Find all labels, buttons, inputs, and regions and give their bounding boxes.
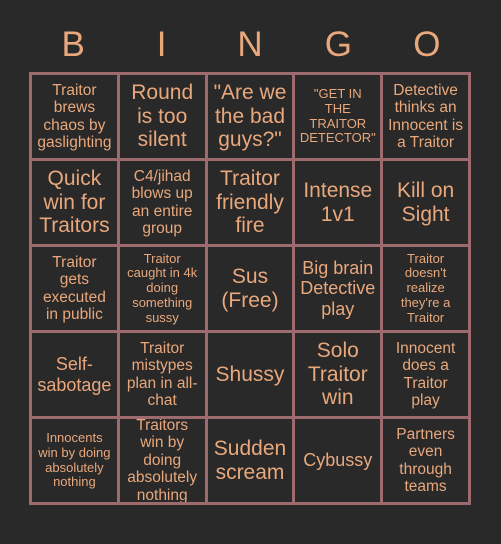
bingo-cell[interactable]: Traitor caught in 4k doing something sus… <box>119 247 208 333</box>
bingo-cell-label: Partners even through teams <box>396 425 455 496</box>
bingo-cell[interactable]: "GET IN THE TRAITOR DETECTOR" <box>295 75 384 161</box>
bingo-cell-label: Innocent does a Traitor play <box>395 339 456 410</box>
bingo-header-letter-g: G <box>324 24 353 64</box>
bingo-cell-label: C4/jihad blows up an entire group <box>131 167 193 238</box>
bingo-cell[interactable]: Innocent does a Traitor play <box>383 333 471 419</box>
bingo-cell-label: Sus (Free) <box>221 264 279 312</box>
bingo-row: Traitor brews chaos by gaslighting Round… <box>32 75 471 161</box>
bingo-cell-label: Quick win for Traitors <box>39 166 110 238</box>
bingo-cell[interactable]: Quick win for Traitors <box>32 161 120 247</box>
bingo-cell[interactable]: Solo Traitor win <box>295 333 384 419</box>
bingo-row: Quick win for Traitors C4/jihad blows up… <box>32 161 471 247</box>
bingo-row: Self-sabotage Traitor mistypes plan in a… <box>32 333 471 419</box>
bingo-cell[interactable]: C4/jihad blows up an entire group <box>119 161 208 247</box>
bingo-cell-label: Round is too silent <box>131 80 194 152</box>
bingo-cell[interactable]: Traitor mistypes plan in all-chat <box>119 333 208 419</box>
bingo-cell-label: Traitor doesn't realize they're a Traito… <box>400 250 451 325</box>
bingo-cell-label: Traitor mistypes plan in all-chat <box>126 339 198 410</box>
bingo-cell-label: "GET IN THE TRAITOR DETECTOR" <box>299 86 376 146</box>
bingo-row: Innocents win by doing absolutely nothin… <box>32 419 471 505</box>
bingo-cell-label: Cybussy <box>303 450 373 471</box>
bingo-cell[interactable]: Traitor gets executed in public <box>32 247 120 333</box>
bingo-header-letter-b: B <box>61 24 85 64</box>
bingo-cell-label: "Are we the bad guys?" <box>213 80 287 152</box>
bingo-cell[interactable]: Kill on Sight <box>383 161 471 247</box>
bingo-cell[interactable]: Big brain Detective play <box>295 247 384 333</box>
bingo-cell[interactable]: Traitor doesn't realize they're a Traito… <box>383 247 471 333</box>
bingo-cell[interactable]: Sudden scream <box>207 419 296 505</box>
bingo-cell-label: Traitors win by doing absolutely nothing <box>127 419 198 504</box>
bingo-cell[interactable]: Traitors win by doing absolutely nothing <box>119 419 208 505</box>
bingo-cell-label: Intense 1v1 <box>303 178 373 226</box>
bingo-cell-label: Sudden scream <box>213 436 287 484</box>
bingo-cell-label: Shussy <box>215 362 285 386</box>
bingo-cell[interactable]: Traitor brews chaos by gaslighting <box>32 75 120 161</box>
bingo-cell[interactable]: "Are we the bad guys?" <box>207 75 296 161</box>
bingo-header-letter-n: N <box>237 24 263 64</box>
bingo-cell[interactable]: Cybussy <box>295 419 384 505</box>
bingo-cell-label: Kill on Sight <box>396 178 455 226</box>
bingo-cell-label: Detective thinks an Innocent is a Traito… <box>388 81 464 152</box>
bingo-cell-free[interactable]: Sus (Free) <box>207 247 296 333</box>
bingo-header: B I N G O <box>29 16 471 72</box>
bingo-cell[interactable]: Round is too silent <box>119 75 208 161</box>
bingo-header-letter-i: I <box>156 24 167 64</box>
bingo-cell-label: Traitor caught in 4k doing something sus… <box>127 250 198 325</box>
bingo-cell-label: Self-sabotage <box>37 354 112 395</box>
bingo-grid: Traitor brews chaos by gaslighting Round… <box>29 72 471 505</box>
bingo-cell-label: Traitor friendly fire <box>216 166 284 238</box>
bingo-cell[interactable]: Detective thinks an Innocent is a Traito… <box>383 75 471 161</box>
bingo-cell[interactable]: Self-sabotage <box>32 333 120 419</box>
bingo-cell[interactable]: Intense 1v1 <box>295 161 384 247</box>
bingo-cell[interactable]: Innocents win by doing absolutely nothin… <box>32 419 120 505</box>
bingo-row: Traitor gets executed in public Traitor … <box>32 247 471 333</box>
bingo-header-letter-o: O <box>413 24 441 64</box>
bingo-cell-label: Traitor gets executed in public <box>42 253 106 324</box>
bingo-cell-label: Big brain Detective play <box>300 258 376 319</box>
bingo-cell-label: Traitor brews chaos by gaslighting <box>37 81 112 152</box>
bingo-cell-label: Solo Traitor win <box>307 338 368 410</box>
bingo-card: B I N G O Traitor brews chaos by gasligh… <box>29 16 471 505</box>
bingo-cell[interactable]: Traitor friendly fire <box>207 161 296 247</box>
bingo-cell-label: Innocents win by doing absolutely nothin… <box>38 430 111 490</box>
bingo-cell[interactable]: Shussy <box>207 333 296 419</box>
bingo-cell[interactable]: Partners even through teams <box>383 419 471 505</box>
